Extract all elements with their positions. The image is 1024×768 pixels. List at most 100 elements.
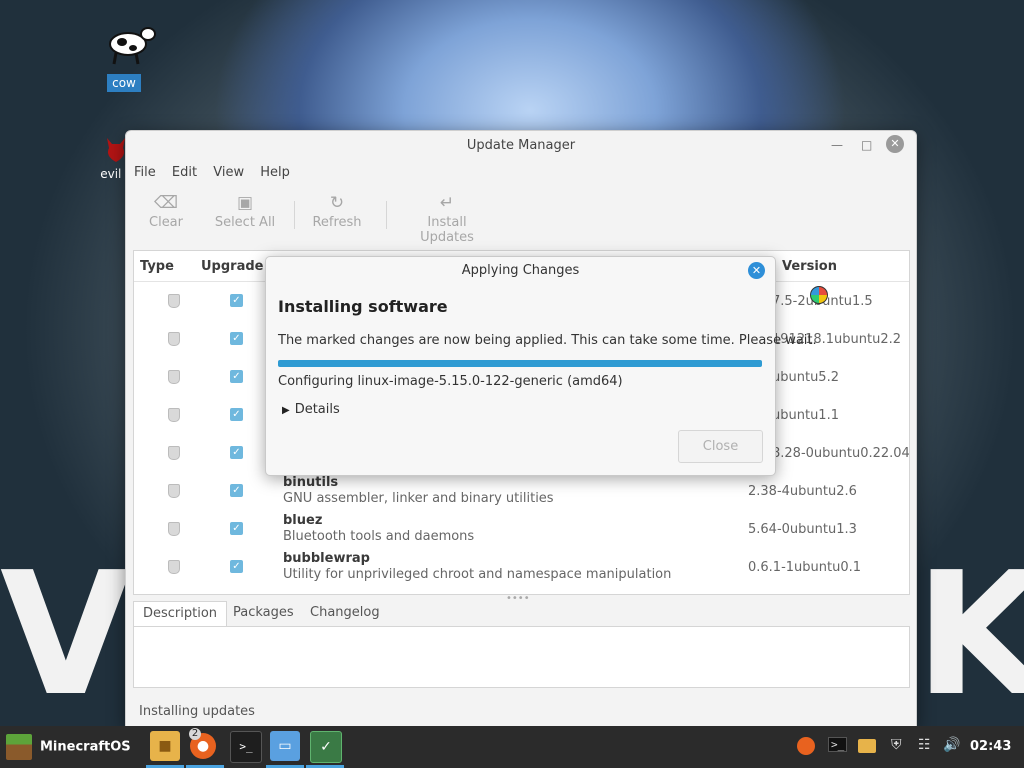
titlebar[interactable]: Update Manager — □ ✕ bbox=[126, 131, 916, 159]
clear-label: Clear bbox=[149, 215, 183, 230]
busy-cursor-icon bbox=[810, 286, 828, 304]
package-name: bluez bbox=[283, 513, 323, 528]
progress-bar bbox=[278, 360, 762, 367]
column-upgrade[interactable]: Upgrade bbox=[201, 259, 263, 274]
table-row[interactable]: ✓ bluez Bluetooth tools and daemons 5.64… bbox=[134, 510, 909, 548]
shield-icon bbox=[168, 332, 180, 346]
menubar: File Edit View Help bbox=[134, 165, 302, 180]
start-menu-button[interactable]: MinecraftOS bbox=[6, 734, 131, 760]
clear-icon: ⌫ bbox=[153, 193, 179, 213]
table-row[interactable]: ✓ binutils GNU assembler, linker and bin… bbox=[134, 472, 909, 510]
shield-icon bbox=[168, 370, 180, 384]
triangle-right-icon: ▶ bbox=[282, 405, 290, 416]
shield-icon bbox=[168, 560, 180, 574]
minecraft-grass-icon bbox=[6, 734, 32, 760]
upgrade-checkbox[interactable]: ✓ bbox=[230, 332, 243, 345]
cow-icon bbox=[109, 27, 156, 65]
package-description: GNU assembler, linker and binary utiliti… bbox=[283, 491, 554, 506]
select-all-icon: ▣ bbox=[236, 193, 254, 213]
upgrade-checkbox[interactable]: ✓ bbox=[230, 294, 243, 307]
status-text: Installing updates bbox=[139, 704, 255, 719]
menu-edit[interactable]: Edit bbox=[172, 165, 197, 180]
details-tabs: Description Packages Changelog bbox=[133, 601, 910, 688]
table-row[interactable]: ✓ bubblewrap Utility for unprivileged ch… bbox=[134, 548, 909, 586]
dialog-title: Applying Changes bbox=[461, 263, 580, 278]
column-type[interactable]: Type bbox=[140, 259, 174, 274]
dialog-message: The marked changes are now being applied… bbox=[278, 333, 817, 348]
close-icon[interactable]: ✕ bbox=[748, 262, 765, 279]
tab-panel bbox=[133, 626, 910, 688]
package-version: 0.6.1-1ubuntu0.1 bbox=[748, 560, 862, 575]
shield-icon bbox=[168, 294, 180, 308]
shield-icon bbox=[168, 408, 180, 422]
applying-changes-dialog: Applying Changes ✕ Installing software T… bbox=[265, 256, 817, 476]
upgrade-checkbox[interactable]: ✓ bbox=[230, 446, 243, 459]
firefox-tray-icon[interactable] bbox=[797, 737, 815, 755]
package-version: 8.28-0ubuntu0.22.04. bbox=[772, 446, 910, 461]
desktop-icon-label: cow bbox=[107, 74, 141, 92]
close-button[interactable]: Close bbox=[678, 430, 763, 463]
toolbar-separator bbox=[294, 201, 295, 229]
firefox-icon: ● bbox=[196, 738, 210, 754]
refresh-label: Refresh bbox=[312, 215, 362, 230]
terminal-tray-icon[interactable]: >_ bbox=[828, 737, 848, 752]
wallpaper-text-right: K bbox=[915, 536, 1024, 734]
taskbar: MinecraftOS ■ ● 2 >_ ▭ ✓ >_ ⛨ ☷ 🔊 02:43 bbox=[0, 726, 1024, 768]
upgrade-checkbox[interactable]: ✓ bbox=[230, 560, 243, 573]
menu-file[interactable]: File bbox=[134, 165, 156, 180]
dialog-heading: Installing software bbox=[278, 297, 448, 316]
package-name: binutils bbox=[283, 475, 339, 490]
package-name: bubblewrap bbox=[283, 551, 370, 566]
close-icon[interactable]: ✕ bbox=[886, 135, 904, 153]
install-icon: ↵ bbox=[439, 193, 455, 213]
update-manager-taskbar-button[interactable]: ▭ bbox=[270, 731, 300, 761]
details-label: Details bbox=[294, 402, 340, 417]
wallpaper-text-left: V bbox=[0, 536, 132, 734]
terminal-launcher[interactable]: >_ bbox=[230, 731, 262, 763]
shield-icon bbox=[168, 484, 180, 498]
upgrade-checkbox[interactable]: ✓ bbox=[230, 484, 243, 497]
shield-check-icon: ✓ bbox=[320, 739, 332, 755]
window-icon: ▭ bbox=[278, 738, 292, 754]
progress-fill bbox=[278, 360, 762, 367]
window-count-badge: 2 bbox=[189, 728, 201, 740]
package-description: Bluetooth tools and daemons bbox=[283, 529, 475, 544]
package-description: Utility for unprivileged chroot and name… bbox=[283, 567, 672, 582]
desktop-icon-cow[interactable]: cow bbox=[100, 18, 156, 92]
refresh-button[interactable]: ↻ Refresh bbox=[312, 193, 362, 230]
clock[interactable]: 02:43 bbox=[970, 739, 1011, 754]
tab-changelog[interactable]: Changelog bbox=[301, 601, 389, 625]
package-version: ubuntu5.2 bbox=[772, 370, 839, 385]
folder-icon: ■ bbox=[158, 738, 172, 754]
menu-view[interactable]: View bbox=[213, 165, 244, 180]
shield-icon bbox=[168, 522, 180, 536]
minimize-icon[interactable]: — bbox=[831, 138, 843, 152]
column-version[interactable]: Version bbox=[782, 259, 837, 274]
shield-tray-icon[interactable]: ⛨ bbox=[891, 737, 902, 753]
update-manager-launcher[interactable]: ✓ bbox=[310, 731, 342, 763]
upgrade-checkbox[interactable]: ✓ bbox=[230, 370, 243, 383]
tab-description[interactable]: Description bbox=[133, 601, 228, 626]
files-launcher[interactable]: ■ bbox=[150, 731, 180, 761]
toolbar-separator bbox=[386, 201, 387, 229]
details-expander[interactable]: ▶ Details bbox=[282, 402, 340, 417]
window-title: Update Manager bbox=[466, 138, 576, 153]
tab-packages[interactable]: Packages bbox=[224, 601, 303, 625]
dialog-status: Configuring linux-image-5.15.0-122-gener… bbox=[278, 374, 623, 389]
start-label: MinecraftOS bbox=[40, 739, 131, 755]
clear-button[interactable]: ⌫ Clear bbox=[148, 193, 184, 230]
folder-tray-icon[interactable] bbox=[858, 739, 876, 753]
select-all-label: Select All bbox=[214, 215, 276, 230]
terminal-icon: >_ bbox=[239, 740, 253, 753]
install-updates-button[interactable]: ↵ Install Updates bbox=[400, 193, 494, 245]
upgrade-checkbox[interactable]: ✓ bbox=[230, 522, 243, 535]
install-updates-label: Install Updates bbox=[420, 215, 474, 245]
upgrade-checkbox[interactable]: ✓ bbox=[230, 408, 243, 421]
package-version: 2.38-4ubuntu2.6 bbox=[748, 484, 857, 499]
package-version: 5.64-0ubuntu1.3 bbox=[748, 522, 857, 537]
volume-icon[interactable]: 🔊 bbox=[943, 737, 960, 753]
network-icon[interactable]: ☷ bbox=[918, 737, 931, 753]
maximize-icon[interactable]: □ bbox=[861, 138, 872, 152]
menu-help[interactable]: Help bbox=[260, 165, 290, 180]
select-all-button[interactable]: ▣ Select All bbox=[214, 193, 276, 230]
